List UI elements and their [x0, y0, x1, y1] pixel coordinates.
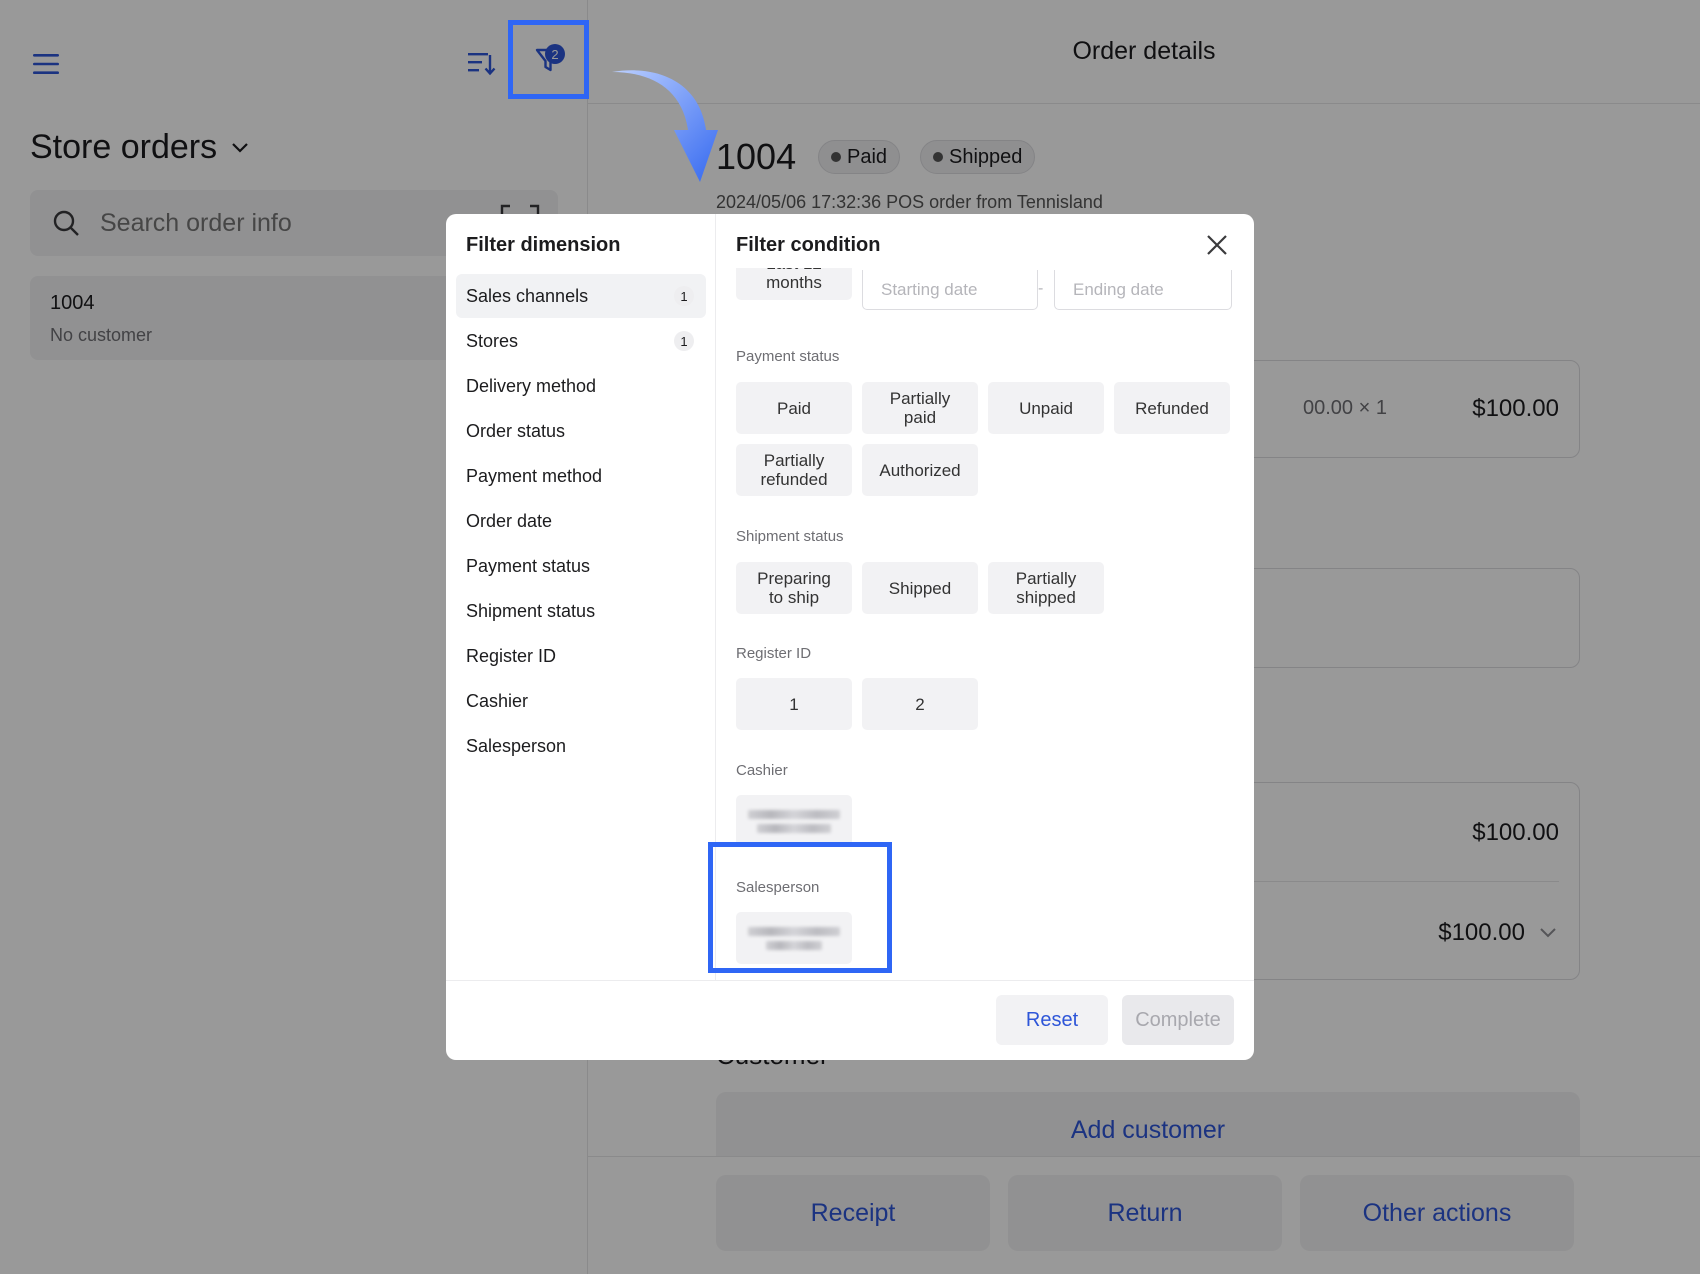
filter-button-highlight [508, 20, 589, 99]
dimension-list: Sales channels 1 Stores 1 Delivery method … [456, 274, 706, 769]
reset-button[interactable]: Reset [996, 995, 1108, 1045]
option-register-1[interactable]: 1 [736, 678, 852, 730]
dimension-item-order-date[interactable]: Order date [456, 499, 706, 543]
dimension-item-shipment-status[interactable]: Shipment status [456, 589, 706, 633]
payment-status-label: Payment status [736, 348, 840, 365]
dimension-item-payment-status[interactable]: Payment status [456, 544, 706, 588]
option-shipped[interactable]: Shipped [862, 562, 978, 614]
option-paid[interactable]: Paid [736, 382, 852, 434]
dimension-item-register-id[interactable]: Register ID [456, 634, 706, 678]
dimension-count: 1 [674, 331, 694, 351]
dimension-item-salesperson[interactable]: Salesperson [456, 724, 706, 768]
dimension-item-cashier[interactable]: Cashier [456, 679, 706, 723]
curved-arrow-icon [612, 70, 718, 182]
dimension-item-sales-channels[interactable]: Sales channels 1 [456, 274, 706, 318]
dimension-item-delivery-method[interactable]: Delivery method [456, 364, 706, 408]
option-unpaid[interactable]: Unpaid [988, 382, 1104, 434]
option-register-2[interactable]: 2 [862, 678, 978, 730]
option-partially-refunded[interactable]: Partially refunded [736, 444, 852, 496]
filter-dimension-title: Filter dimension [466, 234, 621, 256]
cashier-label: Cashier [736, 762, 788, 779]
salesperson-highlight [708, 842, 892, 973]
option-partially-paid[interactable]: Partially paid [862, 382, 978, 434]
complete-button[interactable]: Complete [1122, 995, 1234, 1045]
modal-footer: Reset Complete [446, 980, 1254, 1060]
redacted-name [748, 803, 840, 839]
dimension-item-payment-method[interactable]: Payment method [456, 454, 706, 498]
shipment-status-label: Shipment status [736, 528, 844, 545]
filter-dimension-column: Filter dimension Sales channels 1 Stores 1… [446, 214, 716, 980]
close-icon[interactable] [1202, 230, 1232, 260]
option-authorized[interactable]: Authorized [862, 444, 978, 496]
date-preset-option[interactable]: Last 12 months [736, 268, 852, 300]
dimension-count: 1 [674, 286, 694, 306]
option-cashier-redacted[interactable] [736, 795, 852, 847]
start-date-input[interactable]: Starting date [862, 270, 1038, 310]
date-range-separator: - [1038, 280, 1044, 297]
end-date-input[interactable]: Ending date [1054, 270, 1232, 310]
dimension-item-stores[interactable]: Stores 1 [456, 319, 706, 363]
option-refunded[interactable]: Refunded [1114, 382, 1230, 434]
register-id-label: Register ID [736, 645, 812, 662]
dimension-item-order-status[interactable]: Order status [456, 409, 706, 453]
option-partially-shipped[interactable]: Partially shipped [988, 562, 1104, 614]
option-preparing-to-ship[interactable]: Preparing to ship [736, 562, 852, 614]
filter-condition-title: Filter condition [736, 234, 881, 256]
